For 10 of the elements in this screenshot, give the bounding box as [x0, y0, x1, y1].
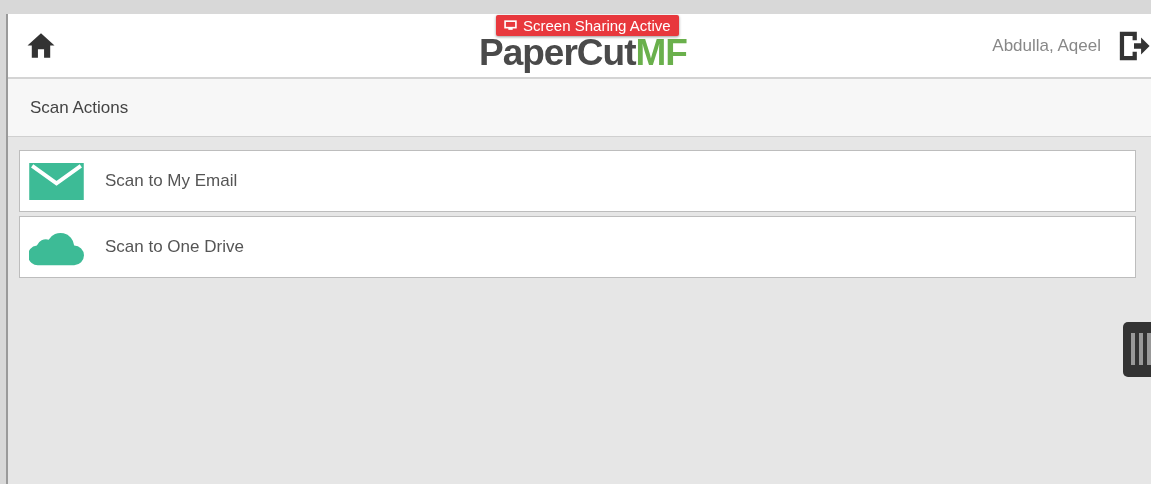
- badge-label: Screen Sharing Active: [523, 17, 671, 34]
- section-title: Scan Actions: [30, 97, 129, 118]
- scan-action[interactable]: Scan to My Email: [19, 150, 1136, 212]
- user-name: Abdulla, Aqeel: [992, 35, 1101, 56]
- side-handle[interactable]: [1123, 322, 1151, 377]
- scan-action[interactable]: Scan to One Drive: [19, 216, 1136, 278]
- screen-icon: [504, 20, 517, 31]
- home-icon[interactable]: [26, 32, 56, 59]
- logo-suffix: MF: [635, 32, 687, 74]
- envelope-icon: [29, 162, 84, 200]
